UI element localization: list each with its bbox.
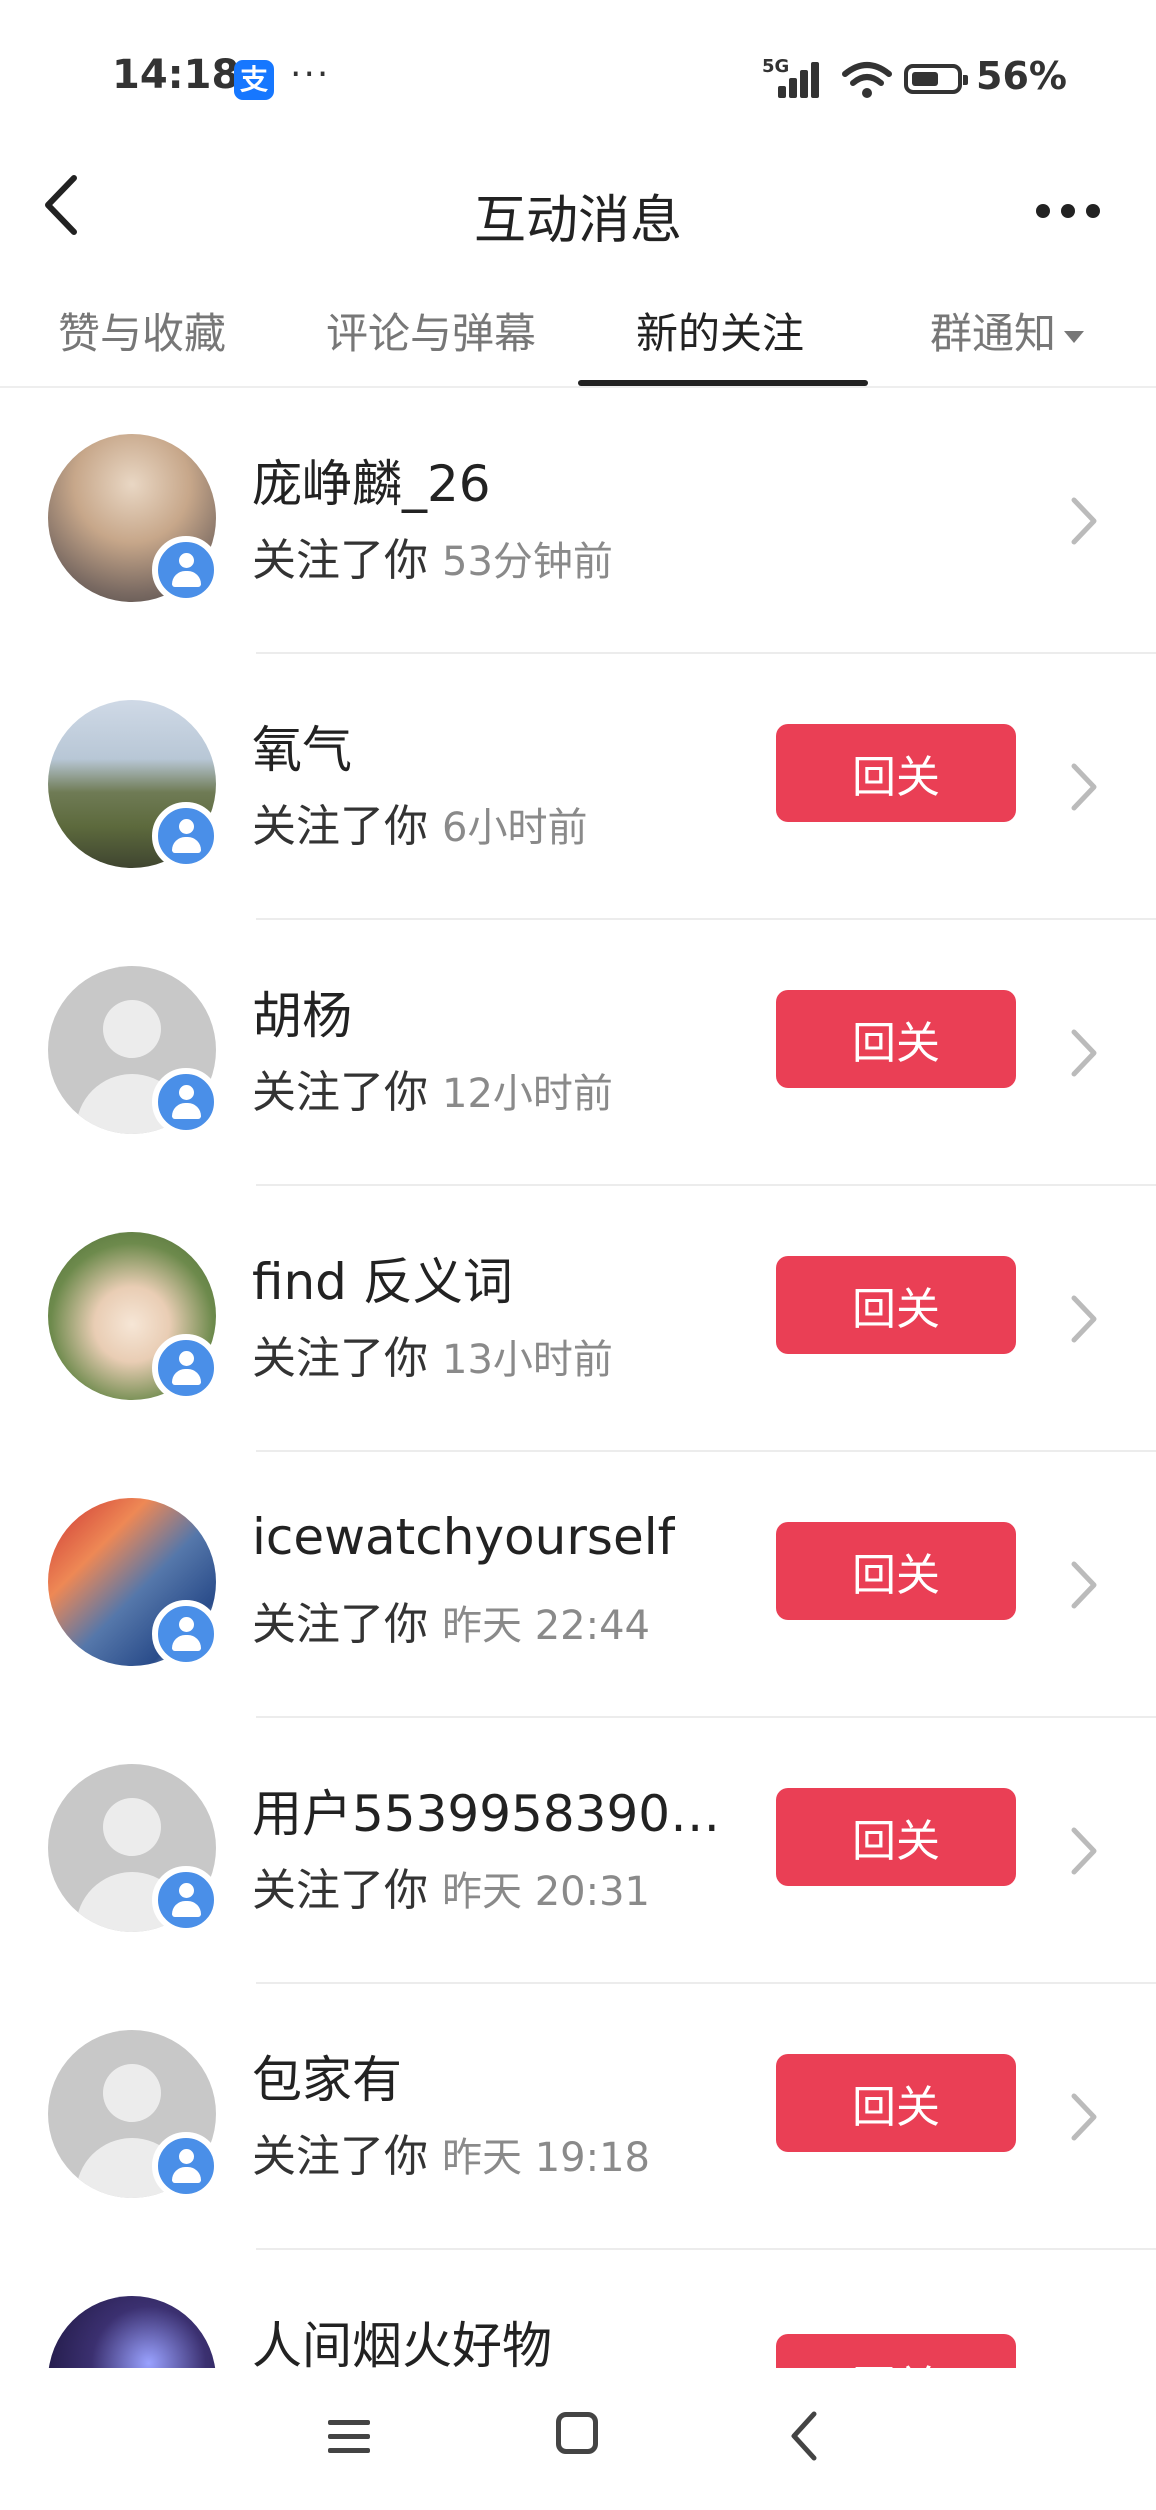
wifi-icon (842, 62, 892, 98)
notification-more-icon: ··· (290, 54, 331, 95)
tab-new-followers[interactable]: 新的关注 (636, 300, 804, 361)
list-item[interactable]: find 反义词 关注了你 13小时前 回关 (0, 1186, 1156, 1452)
tab-likes-favorites[interactable]: 赞与收藏 (58, 300, 226, 361)
follow-meta: 关注了你 昨天 20:31 (252, 1865, 650, 1916)
follow-meta: 关注了你 昨天 19:18 (252, 2131, 650, 2182)
list-item[interactable]: 胡杨 关注了你 12小时前 回关 (0, 920, 1156, 1186)
follow-meta: 关注了你 13小时前 (252, 1333, 613, 1384)
follower-name: 庞峥麟_26 (252, 455, 491, 513)
chevron-right-icon[interactable] (1066, 760, 1102, 814)
tab-bar: 赞与收藏 评论与弹幕 新的关注 群通知 (0, 290, 1156, 388)
follower-name: 氧气 (252, 721, 352, 779)
user-badge-icon (152, 1866, 220, 1934)
follower-name: 人间烟火好物 (252, 2317, 552, 2368)
list-item[interactable]: 用户5539958390… 关注了你 昨天 20:31 回关 (0, 1718, 1156, 1984)
alipay-icon: 支 (234, 60, 274, 100)
chevron-right-icon[interactable] (1066, 1558, 1102, 1612)
avatar[interactable] (48, 2296, 216, 2368)
follow-meta: 关注了你 昨天 22:44 (252, 1599, 650, 1650)
chevron-right-icon[interactable] (1066, 1292, 1102, 1346)
follower-name: find 反义词 (252, 1253, 513, 1311)
user-badge-icon (152, 1600, 220, 1668)
home-icon[interactable] (556, 2412, 598, 2454)
user-badge-icon (152, 802, 220, 870)
follower-name: 用户5539958390… (252, 1785, 721, 1843)
chevron-right-icon[interactable] (1066, 1824, 1102, 1878)
battery-percent: 56% (976, 54, 1067, 98)
tab-group-notice[interactable]: 群通知 (930, 300, 1085, 361)
follow-time: 昨天 19:18 (442, 2135, 650, 2181)
follow-back-button[interactable]: 回关 (776, 724, 1016, 822)
follow-meta: 关注了你 6小时前 (252, 801, 588, 852)
follow-back-button[interactable]: 回关 (776, 1522, 1016, 1620)
user-badge-icon (152, 536, 220, 604)
follow-back-button[interactable]: 回关 (776, 1256, 1016, 1354)
signal-icon (778, 62, 828, 98)
follower-name: icewatchyourself (252, 1508, 676, 1566)
menu-icon[interactable] (328, 2416, 370, 2456)
active-tab-indicator (578, 380, 868, 386)
status-bar: 14:18 支 ··· 5G 56% (0, 0, 1156, 150)
list-item[interactable]: 人间烟火好物 回关 (0, 2250, 1156, 2368)
user-badge-icon (152, 1068, 220, 1136)
tab-comments-danmaku[interactable]: 评论与弹幕 (326, 300, 536, 361)
list-item[interactable]: 庞峥麟_26 关注了你 53分钟前 (0, 388, 1156, 654)
follow-time: 昨天 20:31 (442, 1869, 650, 1915)
user-badge-icon (152, 2132, 220, 2200)
follow-back-button[interactable]: 回关 (776, 2334, 1016, 2368)
dropdown-caret-icon (1064, 330, 1085, 343)
follow-back-button[interactable]: 回关 (776, 1788, 1016, 1886)
follow-back-button[interactable]: 回关 (776, 990, 1016, 1088)
list-item[interactable]: 包家有 关注了你 昨天 19:18 回关 (0, 1984, 1156, 2250)
follow-time: 昨天 22:44 (442, 1603, 650, 1649)
system-nav-bar (0, 2368, 1156, 2510)
list-item[interactable]: icewatchyourself 关注了你 昨天 22:44 回关 (0, 1452, 1156, 1718)
follower-name: 胡杨 (252, 987, 352, 1045)
follow-time: 6小时前 (442, 805, 588, 851)
follow-time: 53分钟前 (442, 539, 613, 585)
follow-time: 13小时前 (442, 1337, 613, 1383)
follow-time: 12小时前 (442, 1071, 613, 1117)
more-dots-icon (1036, 204, 1050, 218)
follow-meta: 关注了你 12小时前 (252, 1067, 613, 1118)
back-icon[interactable] (786, 2408, 826, 2464)
list-item[interactable]: 氧气 关注了你 6小时前 回关 (0, 654, 1156, 920)
page-title: 互动消息 (473, 191, 682, 251)
follow-meta: 关注了你 53分钟前 (252, 535, 613, 586)
follower-list: 庞峥麟_26 关注了你 53分钟前 氧气 关注了你 6小时前 回关 胡杨 关注了你 1… (0, 388, 1156, 2368)
follower-name: 包家有 (252, 2051, 402, 2109)
chevron-right-icon[interactable] (1066, 2090, 1102, 2144)
user-badge-icon (152, 1334, 220, 1402)
chevron-right-icon[interactable] (1066, 494, 1102, 548)
status-time: 14:18 (112, 52, 240, 98)
chevron-right-icon[interactable] (1066, 1026, 1102, 1080)
follow-back-button[interactable]: 回关 (776, 2054, 1016, 2152)
battery-icon (904, 64, 968, 94)
more-button[interactable] (1028, 180, 1108, 240)
